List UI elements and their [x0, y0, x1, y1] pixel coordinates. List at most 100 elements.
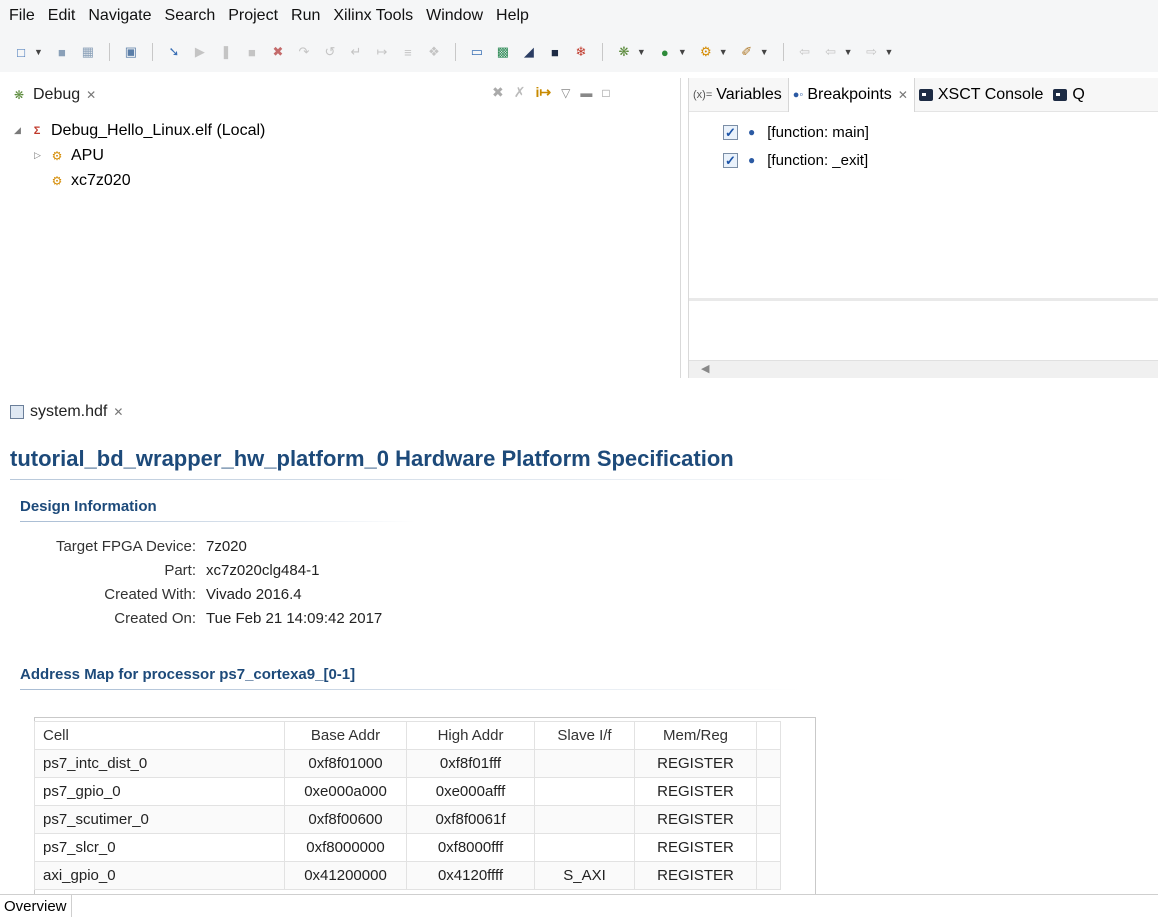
breakpoint-row[interactable]: ✓ ● [function: _exit] — [723, 146, 869, 174]
drop-to-frame-icon[interactable]: ≡ — [398, 42, 418, 62]
info-label: Created With: — [104, 585, 196, 603]
editor-tab-system-hdf[interactable]: system.hdf ✕ — [10, 403, 123, 421]
tab-breakpoints[interactable]: ●◦ Breakpoints ✕ — [787, 77, 915, 112]
vivado-icon[interactable]: ◢ — [519, 42, 539, 62]
menu-help[interactable]: Help — [491, 7, 537, 25]
close-icon[interactable]: ✕ — [898, 88, 908, 102]
remove-terminated-icon[interactable]: ✖ — [492, 84, 504, 101]
horizontal-scrollbar[interactable]: ◀ — [689, 360, 1158, 378]
tab-xsct-console[interactable]: XSCT Console — [915, 78, 1050, 112]
table-row[interactable]: ps7_gpio_0 0xe000a000 0xe000afff REGISTE… — [34, 777, 781, 806]
tree-item-launch[interactable]: ◢ Σ Debug_Hello_Linux.elf (Local) — [14, 118, 265, 143]
new-dropdown-icon[interactable]: ▼ — [34, 47, 43, 57]
table-cell — [756, 805, 781, 834]
use-step-filters-icon[interactable]: ❖ — [424, 42, 444, 62]
disconnect-icon[interactable]: ✗ — [514, 84, 526, 101]
menu-edit[interactable]: Edit — [43, 7, 84, 25]
page-title: tutorial_bd_wrapper_hw_platform_0 Hardwa… — [10, 446, 734, 471]
processor-gear-icon: ⚙ — [51, 173, 63, 188]
forward-icon[interactable]: ⇨ — [862, 42, 882, 62]
external-tools-dropdown-icon[interactable]: ▼ — [719, 47, 728, 57]
debug-view-tab[interactable]: ❋ Debug ✕ — [10, 86, 96, 104]
info-row: Created On: Tue Feb 21 14:09:42 2017 — [14, 606, 382, 630]
column-header-mem-reg[interactable]: Mem/Reg — [634, 721, 757, 750]
external-tools-icon[interactable]: ⚙ — [696, 42, 716, 62]
tab-q[interactable]: Q — [1049, 78, 1090, 112]
step-mode-icon[interactable]: i↦ — [535, 84, 551, 101]
xsct-console-icon[interactable]: ▭ — [467, 42, 487, 62]
skip-breakpoints-icon[interactable]: ➘ — [164, 42, 184, 62]
program-fpga-icon[interactable]: ▣ — [121, 42, 141, 62]
run-dropdown-icon[interactable]: ▼ — [678, 47, 687, 57]
target-connection-icon[interactable]: ❄ — [571, 42, 591, 62]
processor-gear-icon: ⚙ — [51, 148, 63, 163]
info-value: 7z020 — [206, 537, 247, 555]
save-icon[interactable]: ■ — [52, 42, 72, 62]
back-icon[interactable]: ⇦ — [821, 42, 841, 62]
last-edit-location-icon[interactable]: ⇦ — [795, 42, 815, 62]
step-into-icon[interactable]: ↷ — [294, 42, 314, 62]
close-icon[interactable]: ✕ — [113, 405, 123, 419]
table-cell: 0xf8f01000 — [284, 749, 407, 778]
toolbar-separator — [601, 43, 603, 61]
disconnect-icon[interactable]: ✖ — [268, 42, 288, 62]
forward-dropdown-icon[interactable]: ▼ — [885, 47, 894, 57]
breakpoint-enabled-checkbox[interactable]: ✓ — [723, 124, 738, 140]
breakpoint-row[interactable]: ✓ ● [function: main] — [723, 118, 869, 146]
table-cell: 0xf8f0061f — [406, 805, 535, 834]
menu-search[interactable]: Search — [160, 7, 224, 25]
column-header-cell[interactable]: Cell — [34, 721, 285, 750]
breakpoint-enabled-checkbox[interactable]: ✓ — [723, 152, 738, 168]
collapsed-arrow-icon[interactable]: ▷ — [34, 150, 48, 161]
menu-file[interactable]: File — [4, 7, 43, 25]
view-menu-icon[interactable]: ▽ — [561, 86, 570, 100]
table-row[interactable]: ps7_slcr_0 0xf8000000 0xf8000fff REGISTE… — [34, 833, 781, 862]
info-row: Part: xc7z020clg484-1 — [14, 558, 382, 582]
scroll-left-icon[interactable]: ◀ — [701, 362, 709, 375]
new-icon[interactable]: □ — [11, 42, 31, 62]
save-all-icon[interactable]: ▦ — [78, 42, 98, 62]
resume-icon[interactable]: ▶ — [190, 42, 210, 62]
terminate-icon[interactable]: ■ — [242, 42, 262, 62]
tree-item-apu[interactable]: ▷ ⚙ APU — [14, 143, 265, 168]
breakpoints-list: ✓ ● [function: main] ✓ ● [function: _exi… — [723, 118, 869, 174]
search-dropdown-icon[interactable]: ▼ — [760, 47, 769, 57]
table-row[interactable]: axi_gpio_0 0x41200000 0x4120ffff S_AXI R… — [34, 861, 781, 890]
run-icon[interactable]: ● — [655, 42, 675, 62]
program-flash-icon[interactable]: ▩ — [493, 42, 513, 62]
column-header-slave-if[interactable]: Slave I/f — [534, 721, 635, 750]
table-row[interactable]: ps7_intc_dist_0 0xf8f01000 0xf8f01fff RE… — [34, 749, 781, 778]
hdf-editor-content: tutorial_bd_wrapper_hw_platform_0 Hardwa… — [0, 434, 1158, 895]
column-header-base-addr[interactable]: Base Addr — [284, 721, 407, 750]
launch-shell-icon[interactable]: ■ — [545, 42, 565, 62]
instruction-step-icon[interactable]: ↦ — [372, 42, 392, 62]
menu-xilinx-tools[interactable]: Xilinx Tools — [328, 7, 421, 25]
close-icon[interactable]: ✕ — [86, 88, 96, 102]
search-tool-icon[interactable]: ✐ — [737, 42, 757, 62]
step-return-icon[interactable]: ↵ — [346, 42, 366, 62]
minimize-icon[interactable]: ▬ — [580, 86, 592, 100]
menu-run[interactable]: Run — [286, 7, 328, 25]
address-map-table: Cell Base Addr High Addr Slave I/f Mem/R… — [34, 721, 781, 890]
menu-window[interactable]: Window — [421, 7, 491, 25]
back-dropdown-icon[interactable]: ▼ — [844, 47, 853, 57]
table-row[interactable]: ps7_scutimer_0 0xf8f00600 0xf8f0061f REG… — [34, 805, 781, 834]
console-icon — [1053, 88, 1068, 101]
tab-overview[interactable]: Overview — [0, 895, 72, 917]
column-header-high-addr[interactable]: High Addr — [406, 721, 535, 750]
table-cell: 0xf8000000 — [284, 833, 407, 862]
details-pane-divider[interactable] — [689, 298, 1158, 301]
tree-item-xc7z020[interactable]: ⚙ xc7z020 — [14, 168, 265, 193]
debug-dropdown-icon[interactable]: ▼ — [637, 47, 646, 57]
table-cell — [756, 749, 781, 778]
menu-project[interactable]: Project — [223, 7, 286, 25]
variables-icon: (x)= — [693, 88, 713, 101]
menu-navigate[interactable]: Navigate — [83, 7, 159, 25]
debug-icon[interactable]: ❋ — [614, 42, 634, 62]
tab-variables[interactable]: (x)= Variables — [689, 78, 788, 112]
expanded-arrow-icon[interactable]: ◢ — [14, 125, 28, 136]
maximize-icon[interactable]: □ — [602, 86, 609, 100]
table-cell — [534, 777, 635, 806]
suspend-icon[interactable]: ❚ — [216, 42, 236, 62]
step-over-icon[interactable]: ↺ — [320, 42, 340, 62]
